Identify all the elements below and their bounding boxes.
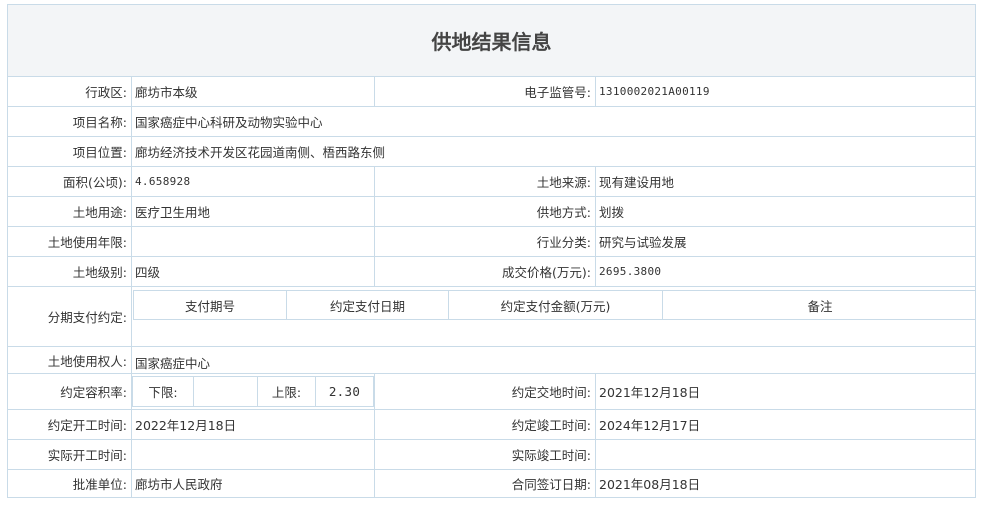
installments-label: 分期支付约定: [47, 310, 127, 325]
plot-ratio-upper-value: 2.30 [315, 377, 373, 406]
contract-date-label: 合同签订日期: [374, 470, 595, 497]
land-grade-label: 土地级别: [72, 265, 127, 280]
installment-no-header: 支付期号 [184, 298, 235, 314]
completion-time-value: 2024年12月17日 [595, 410, 975, 439]
row-district: 行政区: 廊坊市本级 电子监管号: 1310002021A00119 [8, 77, 975, 107]
row-use-term: 土地使用年限: 行业分类: 研究与试验发展 [8, 227, 975, 257]
start-time-label: 约定开工时间: [47, 418, 127, 433]
actual-completion-value [595, 440, 975, 469]
actual-start-value [131, 440, 374, 469]
supply-method-label: 供地方式: [374, 197, 595, 226]
price-value: 2695.3800 [595, 257, 975, 286]
plot-ratio-cell: 下限: 上限: 2.30 [131, 374, 374, 409]
row-start-time: 约定开工时间: 2022年12月18日 约定竣工时间: 2024年12月17日 [8, 410, 975, 440]
actual-start-label: 实际开工时间: [47, 448, 127, 463]
row-plot-ratio: 约定容积率: 下限: 上限: 2.30 约定交地时间: 2021年12月18日 [8, 374, 975, 410]
row-project-location: 项目位置: 廊坊经济技术开发区花园道南侧、梧西路东侧 [8, 137, 975, 167]
land-source-label: 土地来源: [374, 167, 595, 196]
price-label: 成交价格(万元): [374, 257, 595, 286]
approval-unit-value: 廊坊市人民政府 [131, 470, 374, 497]
project-location-value: 廊坊经济技术开发区花园道南侧、梧西路东侧 [131, 137, 975, 166]
plot-ratio-lower-label: 下限: [148, 385, 178, 400]
contract-date-value: 2021年08月18日 [595, 470, 975, 497]
installment-date-header: 约定支付日期 [286, 291, 448, 319]
district-value: 廊坊市本级 [131, 77, 374, 106]
plot-ratio-upper-label: 上限: [257, 377, 315, 406]
start-time-value: 2022年12月18日 [131, 410, 374, 439]
row-land-use: 土地用途: 医疗卫生用地 供地方式: 划拨 [8, 197, 975, 227]
delivery-time-label: 约定交地时间: [374, 374, 595, 409]
row-land-user: 土地使用权人: 国家癌症中心 [8, 347, 975, 374]
project-location-label: 项目位置: [72, 145, 127, 160]
project-name-label: 项目名称: [72, 115, 127, 130]
supply-method-value: 划拨 [595, 197, 975, 226]
land-user-label: 土地使用权人: [47, 353, 127, 369]
land-use-value: 医疗卫生用地 [131, 197, 374, 226]
page-title: 供地结果信息 [8, 5, 975, 77]
plot-ratio-label: 约定容积率: [60, 385, 127, 400]
approval-unit-label: 批准单位: [72, 477, 127, 492]
row-actual-start: 实际开工时间: 实际竣工时间: [8, 440, 975, 470]
district-label: 行政区: [85, 85, 127, 100]
area-label: 面积(公顷): [63, 175, 127, 190]
land-source-value: 现有建设用地 [595, 167, 975, 196]
plot-ratio-table: 下限: 上限: 2.30 [132, 376, 374, 407]
industry-label: 行业分类: [374, 227, 595, 256]
project-name-value: 国家癌症中心科研及动物实验中心 [131, 107, 975, 136]
actual-completion-label: 实际竣工时间: [374, 440, 595, 469]
industry-value: 研究与试验发展 [595, 227, 975, 256]
installments-table-header: 支付期号 约定支付日期 约定支付金额(万元) 备注 [133, 290, 975, 320]
completion-time-label: 约定竣工时间: [374, 410, 595, 439]
row-installments: 分期支付约定: 支付期号 约定支付日期 约定支付金额(万元) 备注 [8, 287, 975, 347]
row-project-name: 项目名称: 国家癌症中心科研及动物实验中心 [8, 107, 975, 137]
delivery-time-value: 2021年12月18日 [595, 374, 975, 409]
land-grade-value: 四级 [131, 257, 374, 286]
installments-cell: 支付期号 约定支付日期 约定支付金额(万元) 备注 [131, 287, 975, 346]
land-use-label: 土地用途: [72, 205, 127, 220]
row-approval-unit: 批准单位: 廊坊市人民政府 合同签订日期: 2021年08月18日 [8, 470, 975, 497]
installment-amount-header: 约定支付金额(万元) [448, 291, 662, 319]
use-term-label: 土地使用年限: [47, 235, 127, 250]
installment-remark-header: 备注 [662, 291, 975, 319]
area-value: 4.658928 [131, 167, 374, 196]
supervision-no-value: 1310002021A00119 [595, 77, 975, 106]
land-user-value: 国家癌症中心 [131, 347, 975, 373]
row-area: 面积(公顷): 4.658928 土地来源: 现有建设用地 [8, 167, 975, 197]
supervision-no-label: 电子监管号: [374, 77, 595, 106]
plot-ratio-lower-value [193, 377, 257, 406]
row-land-grade: 土地级别: 四级 成交价格(万元): 2695.3800 [8, 257, 975, 287]
use-term-value [131, 227, 374, 256]
land-supply-result-panel: 供地结果信息 行政区: 廊坊市本级 电子监管号: 1310002021A0011… [7, 4, 976, 498]
